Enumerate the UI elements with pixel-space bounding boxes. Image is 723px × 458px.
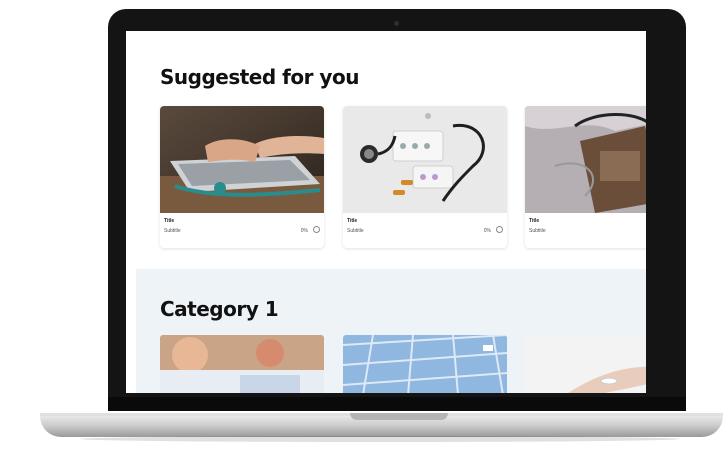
card-progress-text: 0% bbox=[300, 228, 308, 234]
category-image-hospital[interactable] bbox=[343, 335, 507, 393]
category-image-hand-pill[interactable] bbox=[525, 335, 646, 393]
section-title-suggested: Suggested for you bbox=[160, 65, 359, 89]
webcam-icon bbox=[394, 21, 399, 26]
card-title: Title bbox=[164, 218, 175, 224]
card-title: Title bbox=[529, 218, 540, 224]
card-subtitle: Subtitle bbox=[529, 228, 546, 234]
card-title: Title bbox=[347, 218, 358, 224]
laptop-notch bbox=[350, 413, 448, 420]
card-select-radio[interactable] bbox=[313, 226, 320, 233]
card-image-stethoscope-pills bbox=[343, 106, 507, 213]
app-screen: Suggested for you Title Subtitle 0% Titl… bbox=[126, 31, 646, 393]
card-progress-text: 0% bbox=[483, 228, 491, 234]
category-image-doctor[interactable] bbox=[160, 335, 324, 393]
card-subtitle: Subtitle bbox=[347, 228, 364, 234]
card-image-laptop-stethoscope bbox=[160, 106, 324, 213]
card-select-radio[interactable] bbox=[496, 226, 503, 233]
card-subtitle: Subtitle bbox=[164, 228, 181, 234]
laptop-shadow bbox=[80, 436, 680, 442]
card-image-stethoscope-clipboard bbox=[525, 106, 646, 213]
laptop-base bbox=[40, 413, 723, 437]
suggested-card-1[interactable]: Title Subtitle 0% bbox=[160, 106, 324, 248]
section-title-category: Category 1 bbox=[160, 297, 279, 321]
category-section: Category 1 bbox=[136, 269, 646, 393]
suggested-card-3[interactable]: Title Subtitle bbox=[525, 106, 646, 248]
suggested-card-2[interactable]: Title Subtitle 0% bbox=[343, 106, 507, 248]
